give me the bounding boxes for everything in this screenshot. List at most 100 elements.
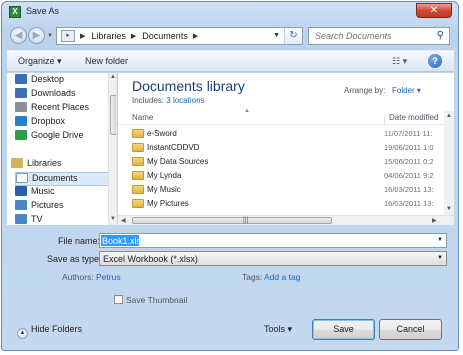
navigation-pane: Desktop Downloads Recent Places Dropbox … (7, 73, 117, 225)
table-row[interactable]: My Music 16/03/2011 13: (118, 183, 444, 197)
sidebar-item-tv[interactable]: TV (15, 214, 113, 225)
search-box[interactable]: ⚲ (308, 27, 450, 45)
save-as-type-select[interactable]: Excel Workbook (*.xlsx) ▼ (99, 251, 447, 266)
forward-button[interactable]: ▶ (28, 27, 45, 44)
cancel-button[interactable]: Cancel (379, 319, 442, 340)
command-toolbar: Organize ▾ New folder ☷ ▾ ? (7, 50, 454, 72)
file-list-vertical-scrollbar[interactable]: ▲ ▼ (444, 111, 454, 215)
chevron-right-icon[interactable]: ▶ (131, 32, 136, 40)
desktop-icon (15, 74, 27, 84)
folder-icon (132, 171, 144, 180)
google-drive-icon (15, 130, 27, 140)
new-folder-button[interactable]: New folder (85, 56, 128, 66)
column-name[interactable]: Name (132, 113, 153, 122)
sidebar-item-label: Google Drive (31, 130, 84, 140)
file-name: My Lynda (147, 171, 182, 180)
search-input[interactable] (315, 28, 433, 44)
chevron-right-icon[interactable]: ▶ (193, 32, 198, 40)
help-icon[interactable]: ? (428, 54, 442, 68)
pictures-icon (15, 200, 27, 210)
sidebar-item-label: Documents (32, 173, 78, 183)
tools-menu[interactable]: Tools ▾ (264, 324, 292, 335)
column-header: ▲ Name Date modified (118, 108, 454, 125)
recent-locations-dropdown[interactable]: ▼ (47, 33, 53, 39)
sidebar-item-label: Desktop (31, 74, 65, 84)
address-bar[interactable]: ▸ ▶ Libraries ▶ Documents ▶ ▼ ↻ (56, 27, 303, 45)
address-dropdown-arrow[interactable]: ▼ (273, 32, 280, 39)
file-date: 19/06/2011 1:0 (384, 143, 434, 152)
sidebar-item-label: Libraries (27, 158, 62, 168)
table-row[interactable]: My Lynda 04/06/2011 9:2 (118, 169, 444, 183)
sidebar-scrollbar[interactable]: ▲ ▼ (108, 73, 116, 225)
column-date-modified[interactable]: Date modified (384, 113, 438, 125)
chevron-up-icon: ▲ (17, 328, 28, 339)
dialog-footer: ▲ Hide Folders Tools ▾ Save Cancel (7, 313, 454, 345)
sidebar-item-pictures[interactable]: Pictures (15, 200, 113, 214)
breadcrumb-documents[interactable]: Documents (142, 31, 188, 41)
library-includes: Includes: 3 locations (132, 96, 205, 105)
file-name: e-Sword (147, 129, 177, 138)
hide-folders-button[interactable]: ▲ Hide Folders (17, 324, 82, 339)
scroll-down-icon[interactable]: ▼ (446, 206, 452, 212)
authors-value[interactable]: Petrus (96, 272, 121, 282)
sidebar-item-libraries[interactable]: Libraries (11, 158, 109, 172)
locations-link[interactable]: 3 locations (166, 96, 204, 105)
file-name-label: File name: (58, 236, 101, 246)
sidebar-item-desktop[interactable]: Desktop (15, 74, 113, 88)
file-date: 11/07/2011 11: (384, 129, 433, 138)
save-button[interactable]: Save (312, 319, 375, 340)
sidebar-item-label: Pictures (31, 200, 64, 210)
add-tag-link[interactable]: Add a tag (264, 272, 300, 282)
search-icon[interactable]: ⚲ (437, 30, 444, 41)
chevron-right-icon[interactable]: ▶ (80, 32, 85, 40)
arrange-by-label: Arrange by: (344, 86, 386, 95)
close-button[interactable]: ✕ (416, 3, 452, 18)
scroll-right-icon[interactable]: ▶ (432, 217, 437, 224)
save-thumbnail-label[interactable]: Save Thumbnail (126, 295, 187, 305)
chevron-down-icon[interactable]: ▼ (437, 237, 443, 243)
organize-menu[interactable]: Organize ▾ (18, 56, 62, 67)
arrange-by-dropdown[interactable]: Folder ▾ (392, 86, 421, 95)
breadcrumb-libraries[interactable]: Libraries (91, 31, 126, 41)
title-bar[interactable]: X Save As ✕ (2, 2, 458, 22)
back-button[interactable]: ◀ (10, 27, 27, 44)
table-row[interactable]: InstantCDDVD 19/06/2011 1:0 (118, 141, 444, 155)
grip-icon: ||| (243, 217, 249, 224)
file-name-input[interactable] (101, 235, 139, 246)
scroll-up-icon[interactable]: ▲ (110, 74, 116, 80)
file-list-horizontal-scrollbar[interactable]: ◀ ||| ▶ (118, 215, 454, 225)
scroll-down-icon[interactable]: ▼ (110, 216, 116, 222)
sidebar-item-google-drive[interactable]: Google Drive (15, 130, 113, 144)
file-name-combobox[interactable]: ▼ (99, 233, 447, 248)
file-name: InstantCDDVD (147, 143, 200, 152)
save-as-type-value: Excel Workbook (*.xlsx) (103, 254, 198, 264)
table-row[interactable]: My Pictures 16/03/2011 13: (118, 197, 444, 211)
file-date: 16/03/2011 13: (384, 185, 434, 194)
save-thumbnail-checkbox[interactable] (114, 295, 123, 304)
scroll-left-icon[interactable]: ◀ (121, 217, 126, 224)
recent-places-icon (15, 102, 27, 112)
libraries-icon (11, 158, 23, 168)
sidebar-item-downloads[interactable]: Downloads (15, 88, 113, 102)
sort-ascending-icon: ▲ (244, 108, 250, 114)
music-icon (15, 186, 27, 196)
table-row[interactable]: My Data Sources 15/06/2011 0:2 (118, 155, 444, 169)
scrollbar-thumb[interactable] (110, 95, 116, 135)
sidebar-item-label: TV (31, 214, 43, 224)
views-button[interactable]: ☷ ▾ (392, 56, 407, 67)
chevron-down-icon[interactable]: ▼ (437, 255, 443, 261)
save-as-dialog: X Save As ✕ ◀ ▶ ▼ ▸ ▶ Libraries ▶ Docume… (1, 1, 459, 351)
sidebar-item-dropbox[interactable]: Dropbox (15, 116, 113, 130)
table-row[interactable]: e-Sword 11/07/2011 11: (118, 127, 444, 141)
file-date: 15/06/2011 0:2 (384, 157, 434, 166)
scroll-up-icon[interactable]: ▲ (446, 113, 452, 119)
file-name: My Pictures (147, 199, 189, 208)
dialog-title: Save As (26, 6, 60, 16)
sidebar-item-recent-places[interactable]: Recent Places (15, 102, 113, 116)
sidebar-item-documents[interactable]: Documents (15, 172, 113, 186)
sidebar-item-music[interactable]: Music (15, 186, 113, 200)
scrollbar-thumb[interactable]: ||| (132, 217, 332, 224)
sidebar-item-label: Dropbox (31, 116, 66, 126)
folder-icon (132, 199, 144, 208)
refresh-button[interactable]: ↻ (284, 28, 302, 44)
